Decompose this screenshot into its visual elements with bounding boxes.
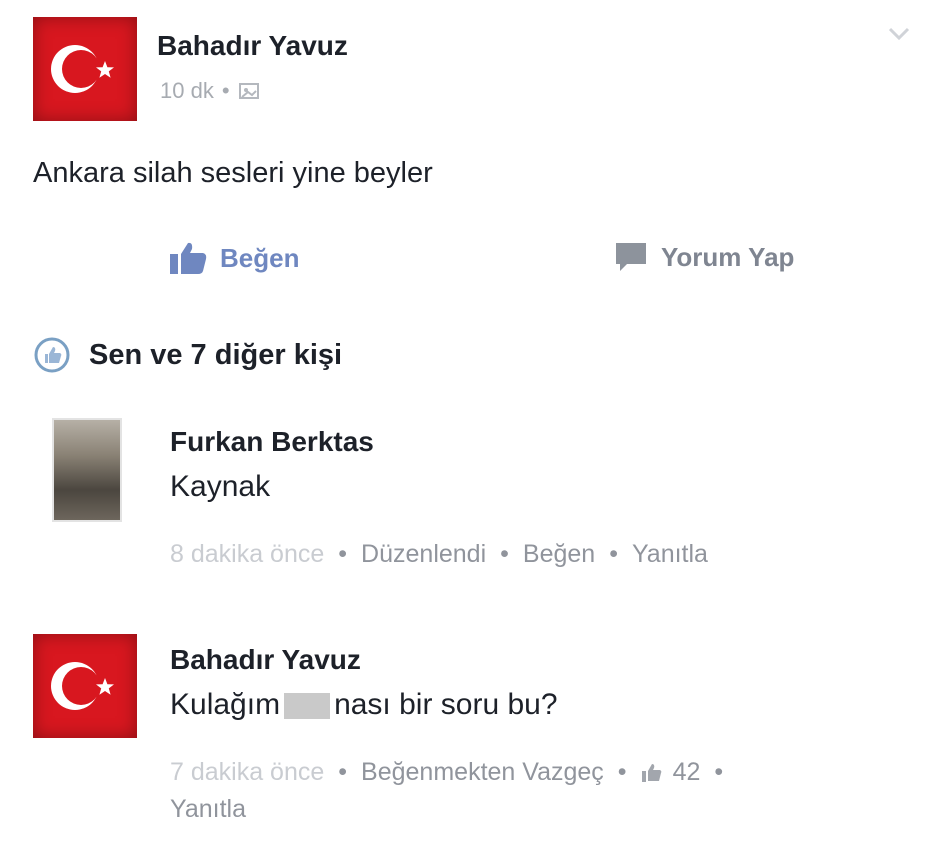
comment-icon: [616, 243, 646, 271]
comment-like-count[interactable]: 42: [673, 758, 701, 787]
comment-like-link[interactable]: Beğen: [523, 540, 595, 568]
post-meta: 10 dk •: [160, 78, 260, 104]
comment-author-avatar[interactable]: [52, 418, 122, 522]
comment-author-name[interactable]: Furkan Berktas: [170, 426, 374, 458]
comment-reply-link[interactable]: Yanıtla: [632, 540, 708, 568]
reactions-summary-text: Sen ve 7 diğer kişi: [89, 338, 343, 371]
audience-icon: [238, 83, 259, 99]
comment-time[interactable]: 8 dakika önce: [170, 540, 324, 568]
thumbs-up-icon: [170, 242, 207, 274]
like-button[interactable]: Beğen: [168, 240, 299, 276]
turkish-flag-icon: [51, 662, 114, 710]
like-label: Beğen: [220, 242, 300, 273]
meta-separator: •: [221, 78, 230, 103]
comment-meta: 8 dakika önce • Düzenlendi • Beğen • Yanıtla: [170, 540, 708, 568]
like-reaction-icon: [34, 337, 70, 373]
post-text: Ankara silah sesleri yine beyler: [33, 157, 433, 189]
comment-author-name[interactable]: Bahadır Yavuz: [170, 644, 361, 676]
thumbs-up-icon: [641, 763, 661, 782]
comment-label: Yorum Yap: [661, 241, 795, 272]
comment-meta: 7 dakika önce • Beğenmekten Vazgeç • 42 •: [170, 758, 724, 787]
post-author-name[interactable]: Bahadır Yavuz: [157, 30, 348, 62]
post-author-avatar[interactable]: [33, 17, 137, 121]
reactions-summary[interactable]: Sen ve 7 diğer kişi: [33, 336, 342, 374]
comment-reply-link[interactable]: Yanıtla: [170, 795, 246, 824]
comment-button[interactable]: Yorum Yap: [613, 240, 794, 274]
comment-text: Kulağım nası bir soru bu?: [170, 688, 558, 722]
censored-word: [284, 693, 331, 720]
turkish-flag-icon: [51, 45, 114, 93]
chevron-down-icon[interactable]: [884, 18, 914, 48]
comment-text-end: nası bir soru bu?: [334, 688, 558, 721]
edited-link[interactable]: Düzenlendi: [361, 540, 486, 568]
comment-time[interactable]: 7 dakika önce: [170, 758, 324, 787]
unlike-link[interactable]: Beğenmekten Vazgeç: [361, 758, 604, 787]
post-time[interactable]: 10 dk: [160, 78, 214, 104]
comment-text: Kaynak: [170, 470, 271, 503]
comment-text-start: Kulağım: [170, 688, 281, 721]
comment-author-avatar[interactable]: [33, 634, 137, 738]
